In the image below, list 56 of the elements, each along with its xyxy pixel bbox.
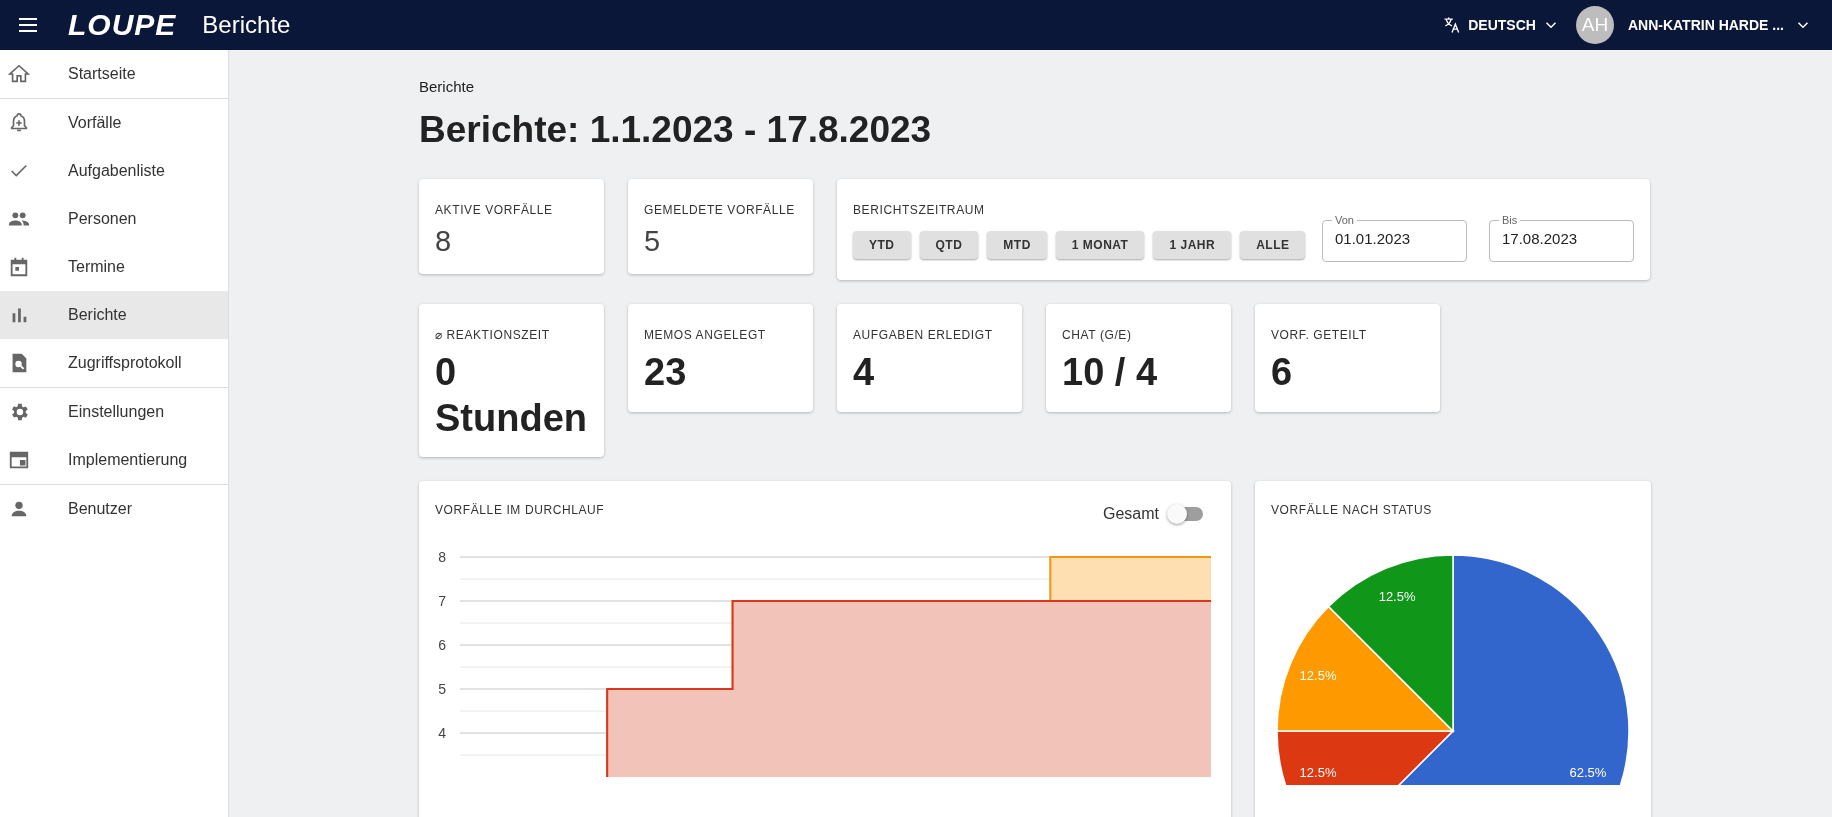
slice-label: 12.5% [1299,765,1337,781]
stat-label: GEMELDETE VORFÄLLE [644,203,796,217]
breadcrumb[interactable]: Berichte [419,78,1832,95]
window-icon [8,449,30,471]
stat-label: AKTIVE VORFÄLLE [435,203,554,217]
language-button[interactable]: DEUTSCH [1436,14,1566,36]
range-button[interactable]: QTD [919,231,979,259]
chart-title: VORFÄLLE NACH STATUS [1271,503,1432,518]
toggle-switch[interactable]: Gesamt [1097,504,1209,525]
sidebar-item[interactable]: Berichte [0,291,228,339]
bell-plus-icon [8,112,30,134]
stat-label: AUFGABEN ERLEDIGT [853,328,994,342]
sidebar-item[interactable]: Termine [0,243,228,291]
slice-label: 12.5% [1378,589,1416,605]
stat-value: 23 [644,350,688,395]
range-button[interactable]: ALLE [1240,231,1306,259]
range-button[interactable]: YTD [853,231,911,259]
date-field[interactable]: Bis 17.08.2023 [1489,214,1634,262]
stat-label: ⌀ REAKTIONSZEIT [435,328,551,342]
date-field[interactable]: Von 01.01.2023 [1322,214,1467,262]
card-label: BERICHTSZEITRAUM [853,203,986,217]
avatar: AH [1575,6,1614,44]
y-tick-label: 5 [438,681,446,698]
sidebar-item[interactable]: Zugriffsprotokoll [0,339,228,388]
sidebar-item[interactable]: Implementierung [0,436,228,485]
sidebar-item[interactable]: Personen [0,195,228,243]
app-title: Berichte [202,11,292,39]
sidebar-item[interactable]: Einstellungen [0,388,228,436]
user-menu-button[interactable]: ANN-KATRIN HARDE ... [1621,15,1818,35]
stat-value: 6 [1271,350,1294,395]
slice-label: 12.5% [1299,668,1337,684]
sidebar-item[interactable]: Benutzer [0,485,228,533]
y-tick-label: 4 [438,725,446,742]
stat-value: 8 [435,225,453,258]
y-tick-label: 8 [438,549,446,566]
y-tick-label: 7 [438,593,446,610]
range-button[interactable]: MTD [987,231,1047,259]
stat-value: 4 [853,350,876,395]
stat-label: MEMOS ANGELEGT [644,328,767,342]
range-button[interactable]: 1 JAHR [1153,231,1232,259]
sidebar-item[interactable]: Aufgabenliste [0,147,228,195]
slice-label: 62.5% [1569,765,1607,781]
sidebar-item[interactable]: Startseite [0,50,228,99]
range-button[interactable]: 1 MONAT [1055,231,1145,259]
chart-title: VORFÄLLE IM DURCHLAUF [435,503,605,518]
stat-value: 10 / 4 [1062,350,1159,395]
stat-value: 0 Stunden [435,350,588,441]
logo: LOUPE [68,8,177,42]
sidebar-item[interactable]: Vorfälle [0,99,228,147]
home-icon [8,63,30,85]
stat-label: VORF. GETEILT [1271,328,1368,342]
stat-label: CHAT (G/E) [1062,328,1133,342]
y-tick-label: 6 [438,637,446,654]
stat-value: 5 [644,225,662,258]
calendar-icon [8,256,30,278]
page-title: Berichte: 1.1.2023 - 17.8.2023 [419,109,933,151]
